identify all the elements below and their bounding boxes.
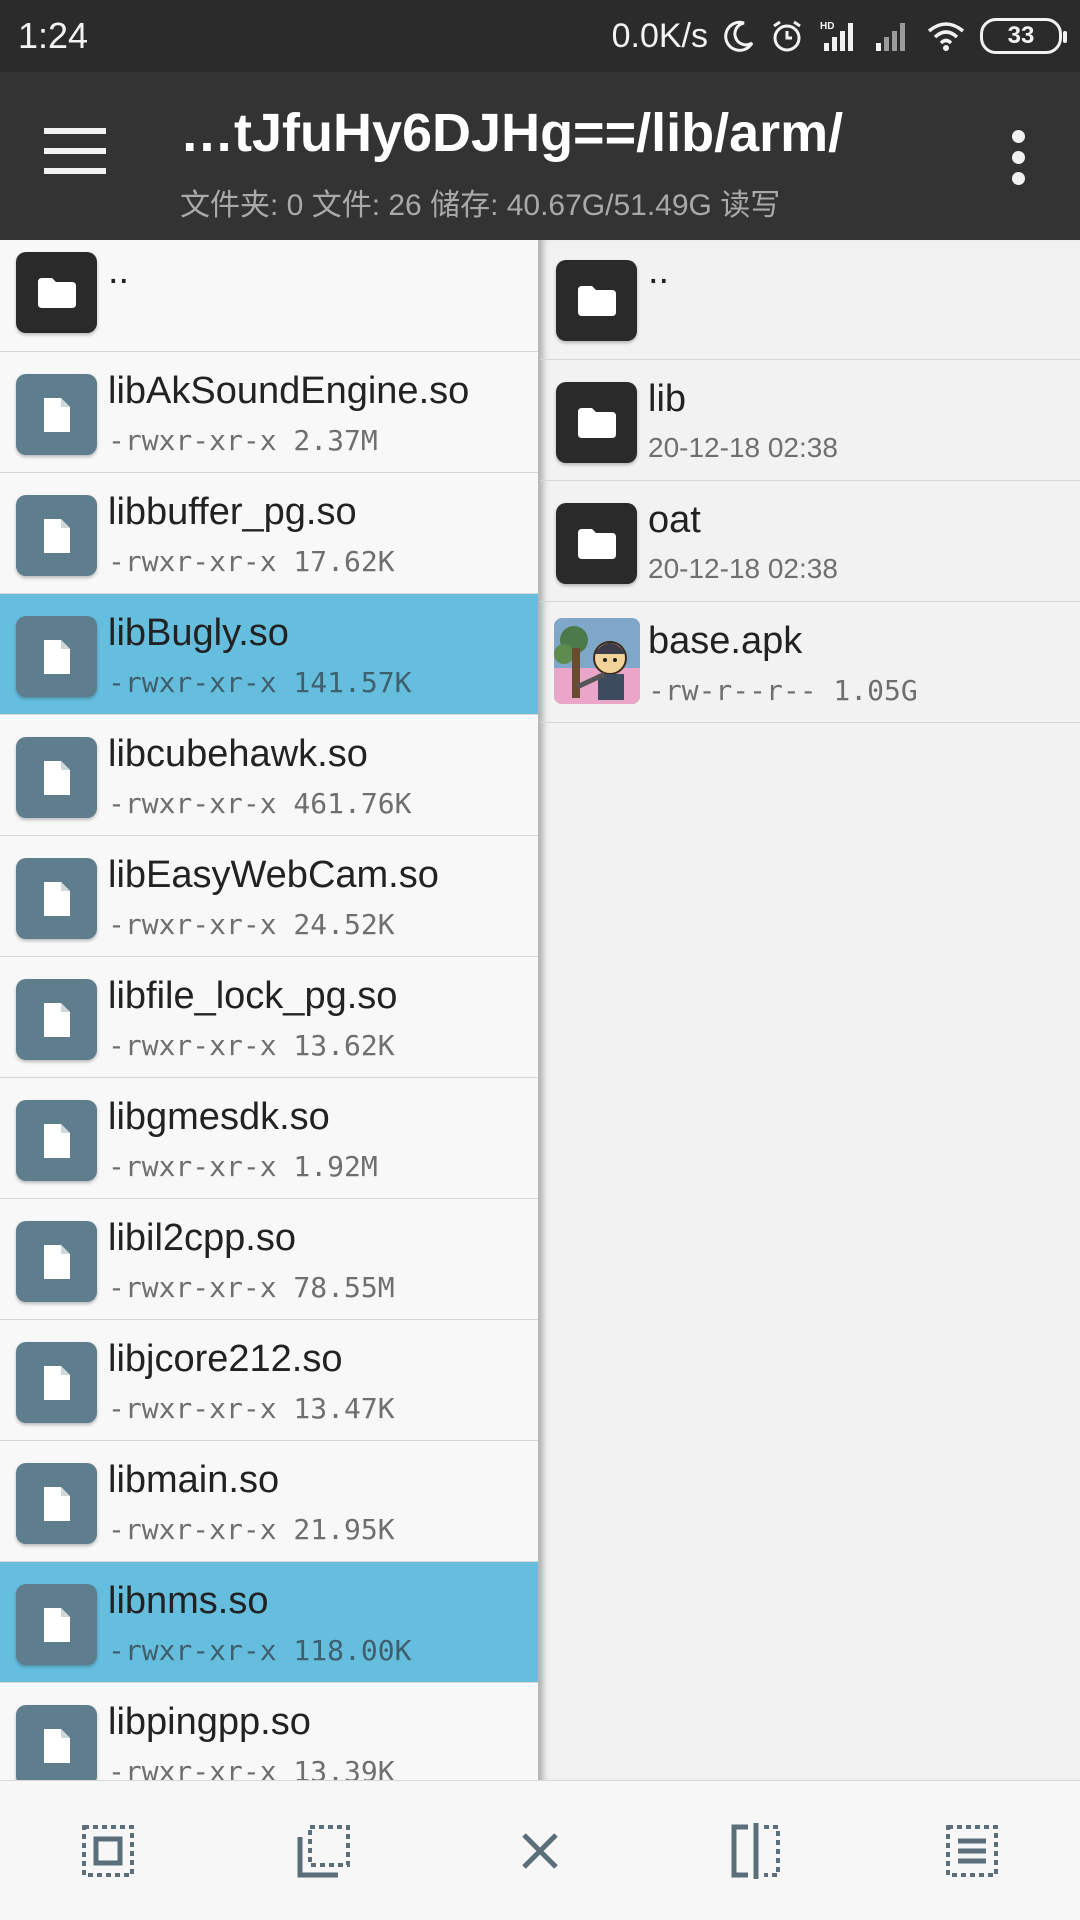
app-icon bbox=[554, 618, 640, 704]
file-meta: -rwxr-xr-x 141.57K bbox=[108, 666, 412, 699]
file-name: libnms.so bbox=[108, 1580, 269, 1622]
file-name: libgmesdk.so bbox=[108, 1096, 330, 1138]
folder-icon bbox=[556, 382, 637, 463]
status-bar: 1:24 0.0K/s HD 33 bbox=[0, 0, 1080, 72]
moon-icon bbox=[722, 19, 756, 53]
net-speed: 0.0K/s bbox=[611, 16, 708, 55]
file-meta: -rwxr-xr-x 461.76K bbox=[108, 787, 412, 820]
file-icon bbox=[16, 737, 97, 818]
file-row[interactable]: libil2cpp.so -rwxr-xr-x 78.55M bbox=[0, 1199, 540, 1320]
status-time: 1:24 bbox=[18, 15, 89, 56]
file-icon bbox=[16, 979, 97, 1060]
file-meta: -rwxr-xr-x 21.95K bbox=[108, 1513, 395, 1546]
file-row[interactable]: libgmesdk.so -rwxr-xr-x 1.92M bbox=[0, 1078, 540, 1199]
battery-icon: 33 bbox=[980, 18, 1067, 54]
file-icon bbox=[16, 1342, 97, 1423]
signal-icon bbox=[872, 19, 912, 53]
parent-directory-row[interactable]: .. bbox=[540, 240, 1080, 360]
file-meta: -rwxr-xr-x 24.52K bbox=[108, 908, 395, 941]
file-icon bbox=[16, 495, 97, 576]
current-path: …tJfuHy6DJHg==/lib/arm/ bbox=[180, 103, 844, 163]
item-name: oat bbox=[648, 499, 701, 541]
file-name: libAkSoundEngine.so bbox=[108, 370, 470, 412]
file-icon bbox=[16, 616, 97, 697]
svg-text:HD: HD bbox=[820, 21, 834, 32]
file-row[interactable]: libbuffer_pg.so -rwxr-xr-x 17.62K bbox=[0, 473, 540, 594]
file-name: libEasyWebCam.so bbox=[108, 854, 439, 896]
list-view-icon[interactable] bbox=[942, 1821, 1002, 1881]
file-row[interactable]: libfile_lock_pg.so -rwxr-xr-x 13.62K bbox=[0, 957, 540, 1078]
select-all-icon[interactable] bbox=[78, 1821, 138, 1881]
file-name: libbuffer_pg.so bbox=[108, 491, 357, 533]
bottom-toolbar bbox=[0, 1780, 1080, 1920]
status-icons: 0.0K/s HD 33 bbox=[611, 14, 1067, 58]
file-meta: -rwxr-xr-x 17.62K bbox=[108, 545, 395, 578]
file-icon bbox=[16, 1463, 97, 1544]
file-name: libfile_lock_pg.so bbox=[108, 975, 398, 1017]
wifi-icon bbox=[926, 19, 966, 53]
file-meta: -rwxr-xr-x 13.39K bbox=[108, 1755, 395, 1780]
folder-row[interactable]: lib 20-12-18 02:38 bbox=[540, 360, 1080, 481]
folder-icon bbox=[556, 260, 637, 341]
folder-icon bbox=[16, 252, 97, 333]
file-row[interactable]: libnms.so -rwxr-xr-x 118.00K bbox=[0, 1562, 540, 1683]
storage-summary: 文件夹: 0 文件: 26 储存: 40.67G/51.49G 读写 bbox=[180, 189, 781, 222]
file-row[interactable]: libjcore212.so -rwxr-xr-x 13.47K bbox=[0, 1320, 540, 1441]
item-meta: -rw-r--r-- 1.05G bbox=[648, 674, 918, 707]
app-bar: …tJfuHy6DJHg==/lib/arm/ 文件夹: 0 文件: 26 储存… bbox=[0, 72, 1080, 240]
item-name: base.apk bbox=[648, 620, 803, 662]
right-file-pane[interactable]: .. lib 20-12-18 02:38 oat 20-12-18 02:38 bas… bbox=[540, 240, 1080, 1780]
hamburger-menu-icon[interactable] bbox=[44, 128, 114, 180]
battery-level: 33 bbox=[1007, 22, 1035, 49]
file-row[interactable]: libAkSoundEngine.so -rwxr-xr-x 2.37M bbox=[0, 352, 540, 473]
left-file-pane[interactable]: .. libAkSoundEngine.so -rwxr-xr-x 2.37M li… bbox=[0, 240, 540, 1780]
file-icon bbox=[16, 1100, 97, 1181]
item-meta: 20-12-18 02:38 bbox=[648, 553, 838, 584]
item-name: lib bbox=[648, 378, 687, 420]
file-name: libBugly.so bbox=[108, 612, 289, 654]
file-name: libil2cpp.so bbox=[108, 1217, 296, 1259]
file-meta: -rwxr-xr-x 2.37M bbox=[108, 424, 378, 457]
parent-directory-label: .. bbox=[648, 250, 670, 292]
close-icon[interactable] bbox=[510, 1821, 570, 1881]
file-icon bbox=[16, 374, 97, 455]
file-meta: -rwxr-xr-x 1.92M bbox=[108, 1150, 378, 1183]
file-meta: -rwxr-xr-x 118.00K bbox=[108, 1634, 412, 1667]
split-view-icon[interactable] bbox=[726, 1821, 786, 1881]
file-row[interactable]: libcubehawk.so -rwxr-xr-x 461.76K bbox=[0, 715, 540, 836]
file-meta: -rwxr-xr-x 13.47K bbox=[108, 1392, 395, 1425]
item-meta: 20-12-18 02:38 bbox=[648, 432, 838, 463]
file-row[interactable]: libBugly.so -rwxr-xr-x 141.57K bbox=[0, 594, 540, 715]
hd-signal-icon: HD bbox=[818, 19, 858, 53]
more-vert-icon[interactable] bbox=[1008, 130, 1028, 190]
file-name: libmain.so bbox=[108, 1459, 280, 1501]
folder-row[interactable]: oat 20-12-18 02:38 bbox=[540, 481, 1080, 602]
file-meta: -rwxr-xr-x 13.62K bbox=[108, 1029, 395, 1062]
file-icon bbox=[16, 1221, 97, 1302]
alarm-icon bbox=[770, 19, 804, 53]
file-row[interactable]: libEasyWebCam.so -rwxr-xr-x 24.52K bbox=[0, 836, 540, 957]
file-row[interactable]: libpingpp.so -rwxr-xr-x 13.39K bbox=[0, 1683, 540, 1780]
file-icon bbox=[16, 1705, 97, 1780]
folder-icon bbox=[556, 503, 637, 584]
file-name: libjcore212.so bbox=[108, 1338, 343, 1380]
file-meta: -rwxr-xr-x 78.55M bbox=[108, 1271, 395, 1304]
file-name: libpingpp.so bbox=[108, 1701, 311, 1743]
apk-row[interactable]: base.apk -rw-r--r-- 1.05G bbox=[540, 602, 1080, 723]
parent-directory-row[interactable]: .. bbox=[0, 240, 540, 352]
select-range-icon[interactable] bbox=[294, 1821, 354, 1881]
file-icon bbox=[16, 1584, 97, 1665]
file-row[interactable]: libmain.so -rwxr-xr-x 21.95K bbox=[0, 1441, 540, 1562]
file-icon bbox=[16, 858, 97, 939]
parent-directory-label: .. bbox=[108, 250, 130, 292]
file-name: libcubehawk.so bbox=[108, 733, 368, 775]
